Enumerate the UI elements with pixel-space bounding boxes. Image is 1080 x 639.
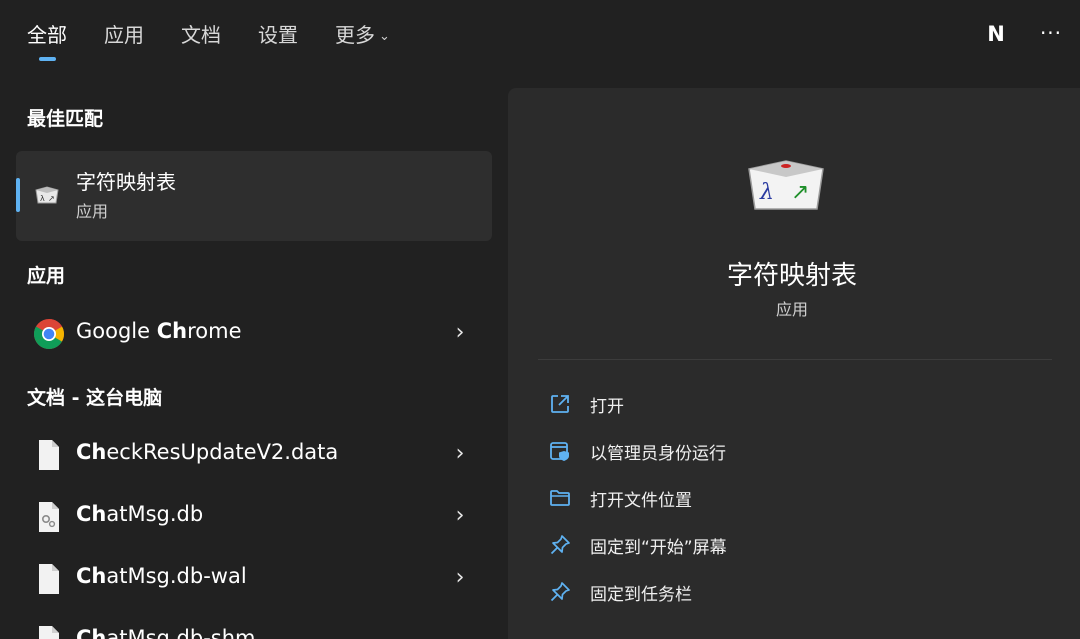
pin-to-start-action[interactable]: 固定到“开始”屏幕 xyxy=(538,525,1038,565)
chevron-down-icon: ⌄ xyxy=(379,29,390,44)
folder-icon xyxy=(550,490,570,506)
open-action-label: 打开 xyxy=(590,397,624,417)
best-match-heading: 最佳匹配 xyxy=(27,108,104,130)
run-as-admin-icon xyxy=(550,442,569,461)
tab-all[interactable]: 全部 xyxy=(27,20,67,50)
tab-more-label: 更多 xyxy=(335,23,375,47)
tab-bar: 全部 应用 文档 设置 更多 ⌄ N ··· xyxy=(0,0,1080,72)
document-item[interactable]: ChatMsg.db-shm xyxy=(16,613,492,639)
file-icon xyxy=(39,626,59,639)
run-as-admin-label: 以管理员身份运行 xyxy=(590,444,726,464)
pin-to-taskbar-label: 固定到任务栏 xyxy=(590,585,692,605)
app-item-chrome[interactable]: Google Chrome › xyxy=(16,306,492,362)
active-tab-indicator xyxy=(39,57,56,61)
best-match-type: 应用 xyxy=(76,202,109,221)
preview-app-type: 应用 xyxy=(775,300,808,319)
preview-app-name: 字符映射表 xyxy=(726,261,857,291)
chrome-icon xyxy=(33,319,65,350)
best-match-name: 字符映射表 xyxy=(76,170,176,194)
tab-more[interactable]: 更多 ⌄ xyxy=(335,20,390,50)
chevron-right-icon[interactable]: › xyxy=(452,441,468,467)
charmap-icon: λ ↗ xyxy=(35,186,59,204)
divider xyxy=(538,359,1052,360)
file-icon xyxy=(39,440,59,470)
pin-icon xyxy=(550,535,570,555)
search-window: 全部 应用 文档 设置 更多 ⌄ N ··· 最佳匹配 λ ↗ 字符映射表 应用 … xyxy=(0,0,1080,639)
pin-to-taskbar-action[interactable]: 固定到任务栏 xyxy=(538,572,1038,612)
pin-icon xyxy=(550,582,570,602)
more-options-button[interactable]: ··· xyxy=(1036,18,1066,48)
pin-to-start-label: 固定到“开始”屏幕 xyxy=(590,538,727,558)
best-match-item[interactable] xyxy=(16,151,492,241)
document-item[interactable]: CheckResUpdateV2.data › xyxy=(16,427,492,483)
open-external-icon xyxy=(551,395,569,413)
document-item-label: ChatMsg.db xyxy=(76,502,204,526)
tab-documents[interactable]: 文档 xyxy=(181,20,221,50)
selection-indicator xyxy=(16,178,20,212)
svg-text:↗: ↗ xyxy=(48,194,55,203)
tab-settings[interactable]: 设置 xyxy=(258,20,298,50)
user-avatar[interactable]: N xyxy=(983,19,1009,49)
app-item-label: Google Chrome xyxy=(76,319,242,343)
db-file-icon xyxy=(39,502,59,532)
open-action[interactable]: 打开 xyxy=(538,384,1038,424)
svg-text:↗: ↗ xyxy=(791,180,809,205)
svg-text:λ: λ xyxy=(40,194,45,203)
document-item-label: CheckResUpdateV2.data xyxy=(76,440,339,464)
open-file-location-label: 打开文件位置 xyxy=(590,491,692,511)
document-item-label: ChatMsg.db-wal xyxy=(76,564,247,588)
documents-heading: 文档 - 这台电脑 xyxy=(27,387,163,409)
charmap-icon: λ ↗ xyxy=(748,160,824,210)
document-item[interactable]: ChatMsg.db › xyxy=(16,489,492,545)
open-file-location-action[interactable]: 打开文件位置 xyxy=(538,478,1038,518)
run-as-admin-action[interactable]: 以管理员身份运行 xyxy=(538,431,1038,471)
document-item-label: ChatMsg.db-shm xyxy=(76,626,256,639)
svg-text:λ: λ xyxy=(759,180,774,205)
chevron-right-icon[interactable]: › xyxy=(452,320,468,346)
chevron-right-icon[interactable]: › xyxy=(452,503,468,529)
document-item[interactable]: ChatMsg.db-wal › xyxy=(16,551,492,607)
tab-apps[interactable]: 应用 xyxy=(104,20,144,50)
chevron-right-icon[interactable]: › xyxy=(452,565,468,591)
file-icon xyxy=(39,564,59,594)
apps-heading: 应用 xyxy=(27,265,66,287)
